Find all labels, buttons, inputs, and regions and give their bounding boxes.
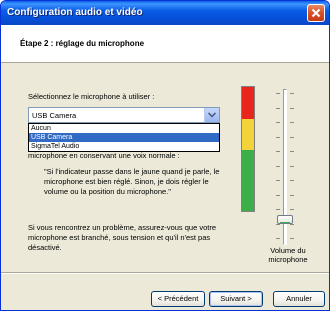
slider-tick	[290, 238, 294, 239]
slider-tick	[290, 180, 294, 181]
dropdown-option-aucun[interactable]: Aucun	[29, 124, 219, 133]
test-phrase: "Si l'indicateur passe dans le jaune qua…	[44, 167, 220, 196]
slider-tick	[290, 165, 294, 167]
slider-tick	[276, 93, 280, 94]
audio-video-setup-window: Configuration audio et vidéo Étape 2 : r…	[0, 0, 330, 311]
step-title: Étape 2 : réglage du microphone	[20, 39, 145, 48]
slider-tick	[290, 194, 294, 196]
troubleshooting-tip: Si vous rencontrez un problème, assurez-…	[28, 223, 217, 252]
slider-tick	[276, 151, 280, 152]
dropdown-button[interactable]	[204, 108, 219, 122]
slider-tick	[290, 93, 294, 94]
slider-tick	[276, 136, 280, 138]
cancel-button[interactable]: Annuler	[273, 291, 325, 307]
close-icon	[311, 8, 321, 18]
next-button[interactable]: Suivant >	[209, 291, 263, 307]
meter-red-zone	[242, 87, 254, 119]
slider-tick	[290, 209, 294, 210]
slider-tick	[290, 151, 294, 152]
slider-tick	[276, 122, 280, 123]
microphone-select[interactable]: USB Camera	[28, 107, 220, 123]
chevron-down-icon	[208, 112, 216, 118]
dropdown-option-sigmatel-audio[interactable]: SigmaTel Audio	[29, 142, 219, 151]
slider-tick	[276, 165, 280, 167]
close-button[interactable]	[307, 4, 325, 22]
slider-tick	[276, 238, 280, 239]
dropdown-option-usb-camera[interactable]: USB Camera	[29, 133, 219, 142]
audio-level-meter	[241, 86, 255, 212]
meter-yellow-zone	[242, 119, 254, 150]
slider-tick	[290, 107, 294, 109]
slider-tick	[276, 107, 280, 109]
microphone-select-label: Sélectionnez le microphone à utiliser :	[28, 92, 155, 101]
wizard-header: Étape 2 : réglage du microphone	[1, 25, 329, 63]
window-title: Configuration audio et vidéo	[7, 7, 143, 18]
slider-tick	[276, 180, 280, 181]
meter-green-zone	[242, 150, 254, 211]
volume-slider-thumb[interactable]	[277, 215, 293, 224]
footer-separator	[1, 272, 329, 274]
slider-tick	[290, 136, 294, 138]
slider-tick	[276, 194, 280, 196]
microphone-dropdown-list: Aucun USB Camera SigmaTel Audio	[28, 123, 220, 152]
instruction-text: microphone en conservant une voix normal…	[28, 151, 180, 160]
back-button[interactable]: < Précédent	[151, 291, 205, 307]
slider-tick	[276, 209, 280, 210]
slider-tick	[290, 122, 294, 123]
title-bar[interactable]: Configuration audio et vidéo	[1, 1, 329, 25]
microphone-select-value: USB Camera	[32, 111, 77, 120]
volume-label: Volume du microphone	[268, 246, 308, 264]
